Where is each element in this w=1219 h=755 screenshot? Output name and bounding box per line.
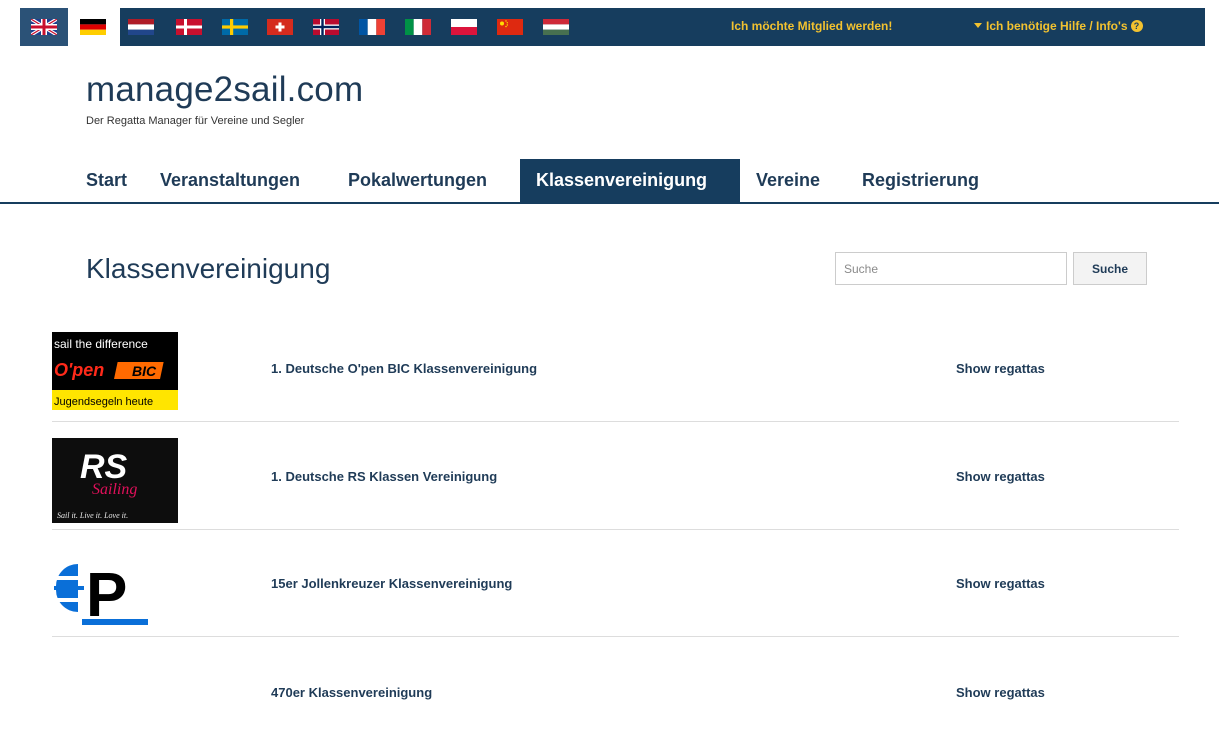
flag-pl-icon[interactable]: [451, 19, 477, 35]
class-association-name[interactable]: 470er Klassenvereinigung: [271, 685, 432, 700]
nav-item-registrierung[interactable]: Registrierung: [846, 159, 995, 202]
become-member-link[interactable]: Ich möchte Mitglied werden!: [731, 19, 892, 33]
flag-cn-icon[interactable]: [497, 19, 523, 35]
search-input[interactable]: [835, 252, 1067, 285]
row-divider: [52, 636, 1179, 637]
class-association-name[interactable]: 15er Jollenkreuzer Klassenvereinigung: [271, 576, 512, 591]
flag-de-icon[interactable]: [80, 19, 106, 35]
flag-no-icon[interactable]: [313, 19, 339, 35]
site-logo-title[interactable]: manage2sail.com: [86, 70, 363, 110]
caret-down-icon: [974, 23, 982, 29]
openbic-logo-brand: O'pen: [54, 360, 104, 380]
nav-item-vereine[interactable]: Vereine: [740, 159, 836, 202]
openbic-logo-line1: sail the difference: [54, 337, 148, 351]
flag-se-icon[interactable]: [222, 19, 248, 35]
list-item: RS Sailing Sail it. Live it. Love it. 1.…: [52, 432, 1179, 539]
p-logo[interactable]: P: [52, 546, 178, 630]
nav-item-pokalwertungen[interactable]: Pokalwertungen: [332, 159, 503, 202]
class-association-name[interactable]: 1. Deutsche RS Klassen Vereinigung: [271, 469, 497, 484]
flag-hu-icon[interactable]: [543, 19, 569, 35]
nav-item-klassenvereinigung[interactable]: Klassenvereinigung: [520, 159, 740, 202]
rs-logo-script: Sailing: [92, 481, 137, 498]
openbic-logo-brand2: BIC: [132, 363, 157, 379]
flag-nl-icon[interactable]: [128, 19, 154, 35]
show-regattas-link[interactable]: Show regattas: [956, 576, 1045, 591]
row-divider: [52, 529, 1179, 530]
openbic-logo-line3: Jugendsegeln heute: [54, 396, 153, 408]
rs-logo[interactable]: RS Sailing Sail it. Live it. Love it.: [52, 438, 178, 523]
list-item: 470er Klassenvereinigung Show regattas: [52, 648, 1179, 755]
p-logo-image: P: [54, 561, 148, 630]
question-circle-icon: ?: [1130, 19, 1143, 32]
help-label: Ich benötige Hilfe / Info's: [986, 19, 1128, 33]
flag-uk-icon[interactable]: [31, 19, 57, 35]
show-regattas-link[interactable]: Show regattas: [956, 685, 1045, 700]
show-regattas-link[interactable]: Show regattas: [956, 361, 1045, 376]
openbic-logo-image: sail the difference O'pen BIC Jugendsege…: [52, 332, 178, 410]
row-divider: [52, 421, 1179, 422]
flag-fr-icon[interactable]: [359, 19, 385, 35]
flag-ch-icon[interactable]: [267, 19, 293, 35]
search-button[interactable]: Suche: [1073, 252, 1147, 285]
site-tagline: Der Regatta Manager für Vereine und Segl…: [86, 115, 305, 127]
show-regattas-link[interactable]: Show regattas: [956, 469, 1045, 484]
flag-it-icon[interactable]: [405, 19, 431, 35]
flag-dk-icon[interactable]: [176, 19, 202, 35]
main-nav: Start Veranstaltungen Pokalwertungen Kla…: [0, 159, 1219, 204]
help-dropdown[interactable]: Ich benötige Hilfe / Info's?: [974, 19, 1143, 33]
rs-logo-tagline: Sail it. Live it. Love it.: [57, 511, 128, 520]
list-item: P 15er Jollenkreuzer Klassenvereinigung …: [52, 540, 1179, 647]
nav-item-veranstaltungen[interactable]: Veranstaltungen: [144, 159, 316, 202]
class-association-name[interactable]: 1. Deutsche O'pen BIC Klassenvereinigung: [271, 361, 537, 376]
top-bar: Ich möchte Mitglied werden! Ich benötige…: [20, 8, 1205, 46]
nav-item-start[interactable]: Start: [70, 159, 143, 202]
list-item: sail the difference O'pen BIC Jugendsege…: [52, 326, 1179, 433]
rs-logo-image: RS Sailing Sail it. Live it. Love it.: [52, 438, 178, 523]
openbic-logo[interactable]: sail the difference O'pen BIC Jugendsege…: [52, 332, 178, 416]
page-title: Klassenvereinigung: [86, 253, 331, 284]
